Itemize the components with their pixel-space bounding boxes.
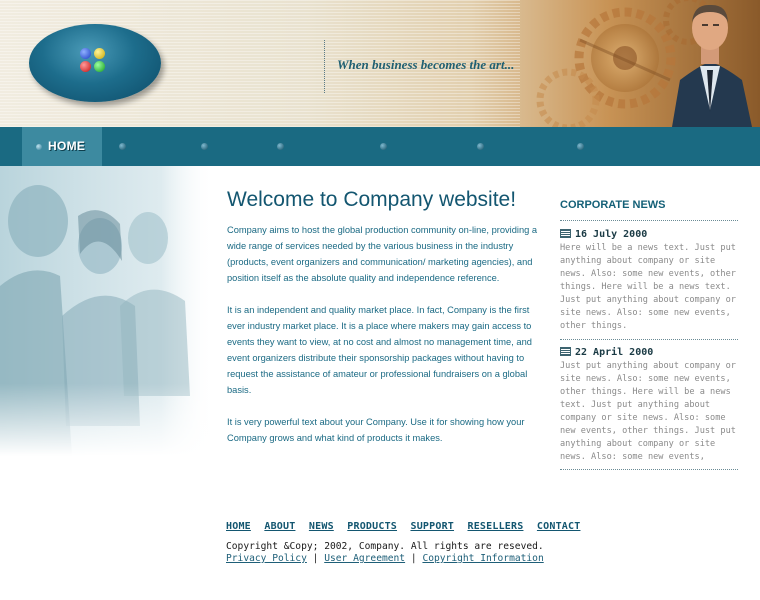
nav-bullet-icon — [36, 144, 42, 150]
news-separator — [560, 339, 738, 340]
logo-dot-red — [80, 61, 91, 72]
team-photo — [0, 166, 215, 456]
link-separator: | — [312, 553, 319, 564]
footer-link-home[interactable]: HOME — [226, 521, 251, 532]
footer-link-support[interactable]: SUPPORT — [410, 521, 454, 532]
copyright-text: Copyright &Copy; 2002, Company. All righ… — [226, 541, 544, 552]
copyright-info-link[interactable]: Copyright Information — [422, 553, 543, 564]
logo-dot-blue — [80, 48, 91, 59]
nav-dot-2[interactable] — [201, 143, 208, 150]
footer-link-about[interactable]: ABOUT — [264, 521, 295, 532]
nav-dot-3[interactable] — [277, 143, 284, 150]
calendar-icon — [560, 347, 571, 356]
privacy-policy-link[interactable]: Privacy Policy — [226, 553, 307, 564]
nav-dot-6[interactable] — [577, 143, 584, 150]
news-title: CORPORATE NEWS — [560, 199, 666, 211]
intro-paragraph-1: Company aims to host the global producti… — [227, 225, 538, 283]
news-separator — [560, 469, 738, 470]
page-title: Welcome to Company website! — [227, 188, 517, 211]
calendar-icon — [560, 229, 571, 238]
nav-home-label: HOME — [48, 139, 86, 153]
link-separator: | — [410, 553, 417, 564]
footer-link-news[interactable]: NEWS — [309, 521, 334, 532]
news-text: Here will be a news text. Just put anyth… — [560, 243, 736, 331]
intro-paragraph-3: It is very powerful text about your Comp… — [227, 417, 525, 443]
news-item: 22 April 2000 Just put anything about co… — [560, 347, 738, 464]
header-slogan: When business becomes the art... — [337, 57, 515, 72]
nav-home-button[interactable]: HOME — [22, 127, 102, 166]
legal-links: Privacy Policy | User Agreement | Copyri… — [226, 553, 544, 564]
header-banner: When business becomes the art... — [0, 0, 760, 127]
header-divider — [324, 40, 325, 93]
intro-text: Company aims to host the global producti… — [227, 222, 542, 462]
nav-dot-4[interactable] — [380, 143, 387, 150]
news-separator — [560, 220, 738, 221]
footer-nav: HOME ABOUT NEWS PRODUCTS SUPPORT RESELLE… — [226, 516, 589, 534]
intro-paragraph-2: It is an independent and quality market … — [227, 305, 532, 395]
footer-link-products[interactable]: PRODUCTS — [347, 521, 397, 532]
user-agreement-link[interactable]: User Agreement — [324, 553, 405, 564]
nav-dot-1[interactable] — [119, 143, 126, 150]
logo-dot-yellow — [94, 48, 105, 59]
news-item: 16 July 2000 Here will be a news text. J… — [560, 229, 738, 333]
businessman-photo — [672, 4, 752, 127]
news-text: Just put anything about company or site … — [560, 361, 736, 462]
news-date: 22 April 2000 — [575, 347, 654, 358]
footer-link-resellers[interactable]: RESELLERS — [467, 521, 523, 532]
footer-link-contact[interactable]: CONTACT — [537, 521, 581, 532]
logo-dot-green — [94, 61, 105, 72]
nav-dot-5[interactable] — [477, 143, 484, 150]
news-date: 16 July 2000 — [575, 229, 648, 240]
top-nav: HOME — [0, 127, 760, 166]
